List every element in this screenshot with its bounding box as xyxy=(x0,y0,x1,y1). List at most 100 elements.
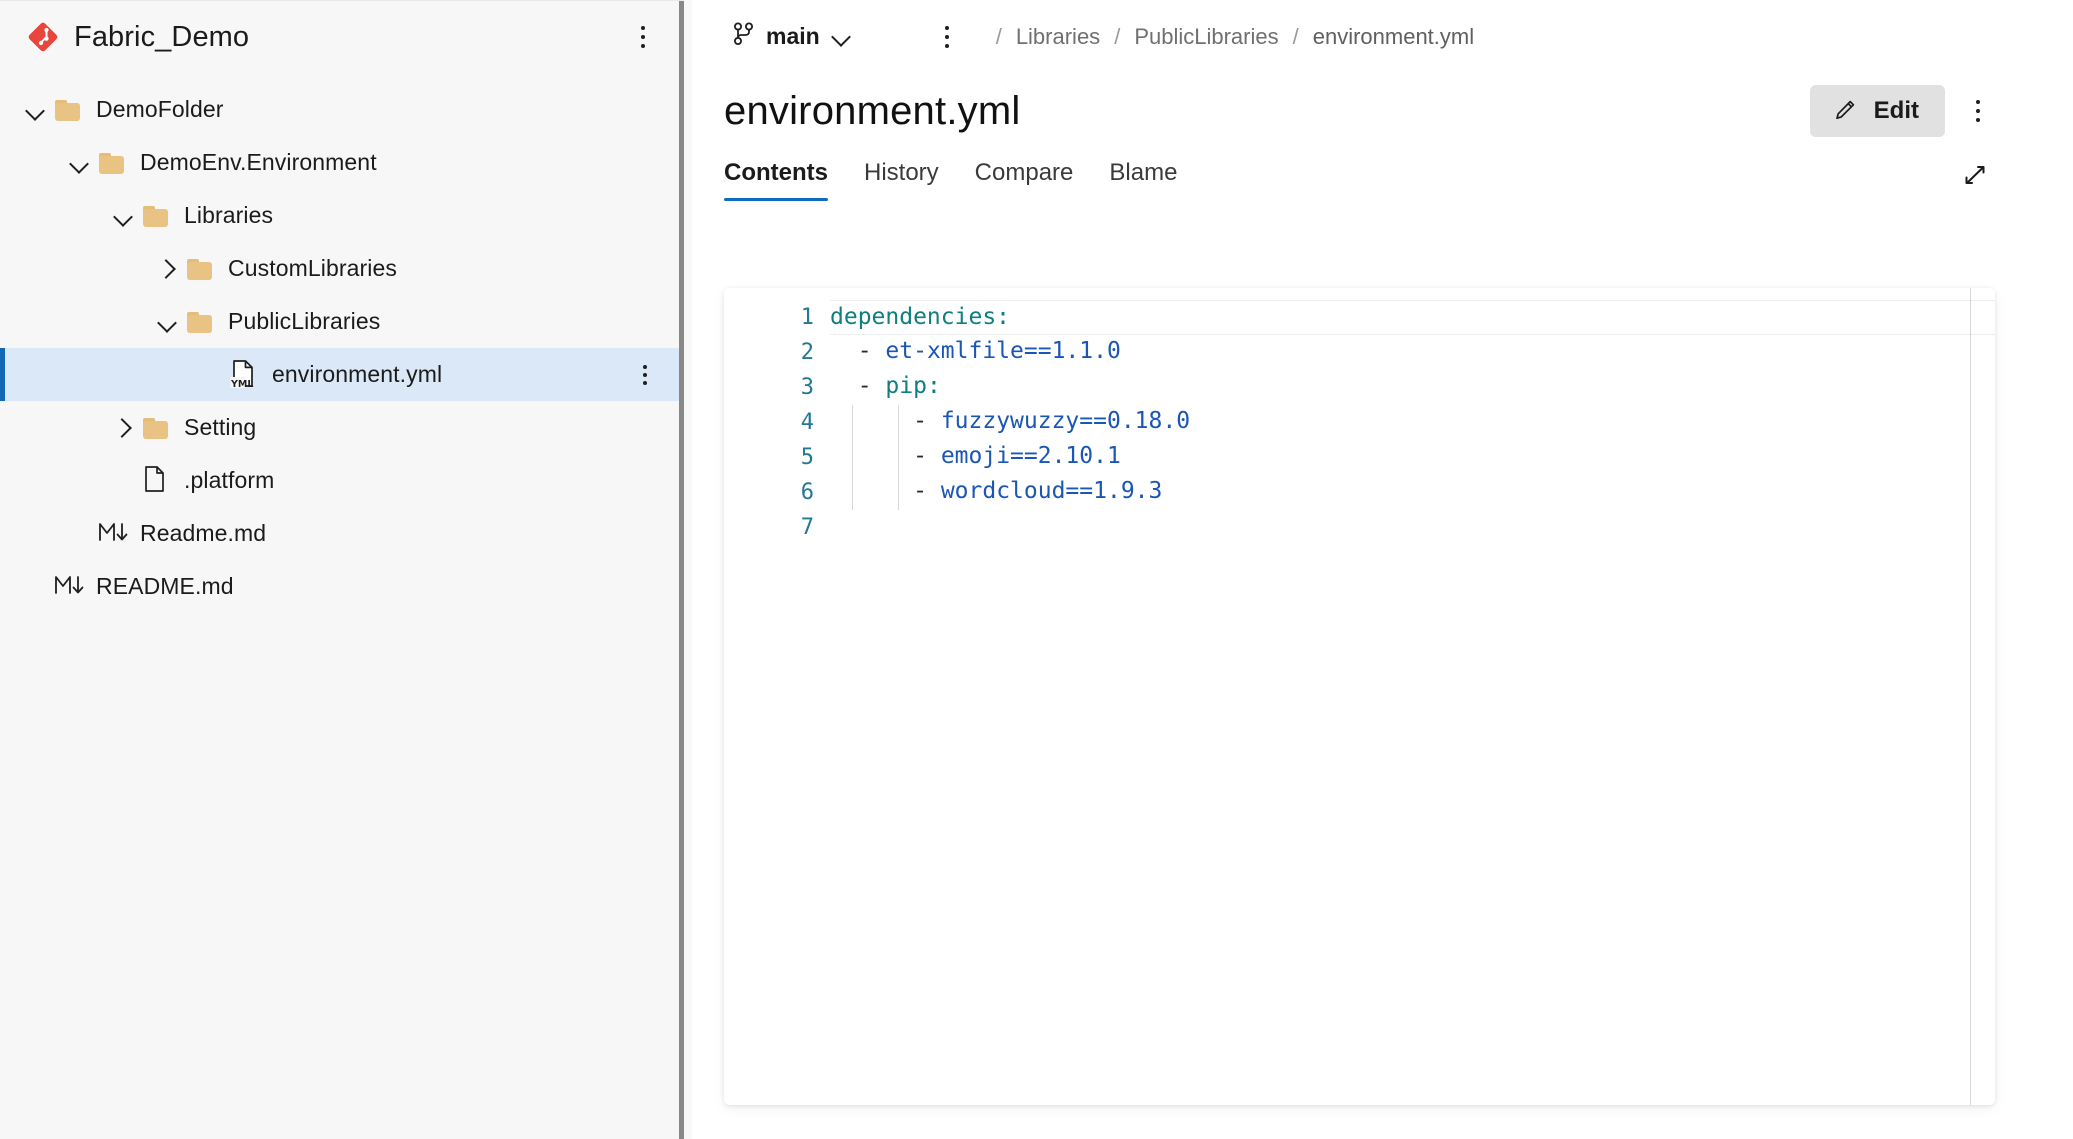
tree-item-environment-yml[interactable]: YML environment.yml xyxy=(0,348,684,401)
markdown-icon xyxy=(96,517,132,551)
breadcrumb-separator: / xyxy=(1292,23,1299,49)
main-panel: main / Libraries / PublicLibraries / environm… xyxy=(684,0,2073,1139)
code-token: wordcloud==1.9.3 xyxy=(940,478,1163,504)
code-line-text[interactable]: - fuzzywuzzy==0.18.0 xyxy=(830,405,1995,440)
expand-diagonal-icon[interactable] xyxy=(1955,155,1995,195)
toolbar-menu-button[interactable] xyxy=(930,20,964,54)
code-line-text[interactable]: - et-xmlfile==1.1.0 xyxy=(830,335,1995,370)
edit-button[interactable]: Edit xyxy=(1809,85,1945,137)
tree-item-menu-button[interactable] xyxy=(630,360,660,390)
breadcrumb: / Libraries / PublicLibraries / environment.y… xyxy=(982,24,1474,50)
file-actions: Edit xyxy=(1809,85,1995,137)
breadcrumb-item-publiclibraries[interactable]: PublicLibraries xyxy=(1134,24,1278,50)
kebab-dot xyxy=(641,44,645,48)
chevron-right-icon[interactable] xyxy=(150,252,184,286)
code-line-text[interactable]: dependencies: xyxy=(830,300,1995,335)
tree-item-customlibraries[interactable]: CustomLibraries xyxy=(0,242,684,295)
chevron-down-icon[interactable] xyxy=(106,199,140,233)
chevron-placeholder xyxy=(18,570,52,604)
breadcrumb-separator: / xyxy=(995,23,1002,49)
edit-button-label: Edit xyxy=(1873,97,1919,124)
repository-menu-button[interactable] xyxy=(626,20,660,54)
code-token: - xyxy=(857,373,872,399)
code-viewer[interactable]: 1 dependencies: 2 - et-xmlfile==1.1.0 3 - p… xyxy=(724,288,1995,1105)
tab-blame[interactable]: Blame xyxy=(1091,159,1195,201)
folder-icon xyxy=(184,252,220,286)
branch-name: main xyxy=(766,23,820,49)
code-token: - xyxy=(913,443,927,469)
kebab-dot xyxy=(641,35,645,39)
indent-guide xyxy=(898,440,899,475)
chevron-down-icon[interactable] xyxy=(18,93,52,127)
tree-item-demoenv-environment[interactable]: DemoEnv.Environment xyxy=(0,136,684,189)
breadcrumb-separator: / xyxy=(1114,23,1121,49)
code-line: 5 - emoji==2.10.1 xyxy=(724,440,1995,475)
folder-icon xyxy=(184,305,220,339)
chevron-down-icon[interactable] xyxy=(62,146,96,180)
tree-item-libraries[interactable]: Libraries xyxy=(0,189,684,242)
editor-scrollbar-rail[interactable] xyxy=(1970,288,1971,1105)
tree-item-readme-md[interactable]: README.md xyxy=(0,560,684,613)
line-number: 2 xyxy=(800,340,814,365)
repository-name: Fabric_Demo xyxy=(74,20,250,53)
code-line-text[interactable]: - wordcloud==1.9.3 xyxy=(830,475,1995,510)
tree-item-platform[interactable]: .platform xyxy=(0,454,684,507)
page-title: environment.yml xyxy=(724,88,1021,133)
kebab-dot xyxy=(1976,109,1980,113)
chevron-right-icon[interactable] xyxy=(106,411,140,445)
pencil-icon xyxy=(1832,97,1858,126)
tree-item-demofolder[interactable]: DemoFolder xyxy=(0,83,684,136)
chevron-placeholder xyxy=(106,464,140,498)
line-number: 3 xyxy=(800,375,814,400)
line-number: 1 xyxy=(800,305,814,330)
folder-icon xyxy=(140,411,176,445)
code-token: : xyxy=(926,373,941,399)
tree-item-label: PublicLibraries xyxy=(228,308,381,334)
code-line-text[interactable]: - pip: xyxy=(830,370,1995,405)
file-more-menu-button[interactable] xyxy=(1961,94,1995,128)
source-control-file-viewer: Fabric_Demo DemoFolder DemoEnv.Environmen… xyxy=(0,0,2073,1139)
tree-item-label: .platform xyxy=(184,467,275,493)
tree-item-setting[interactable]: Setting xyxy=(0,401,684,454)
repository-explorer-sidebar: Fabric_Demo DemoFolder DemoEnv.Environmen… xyxy=(0,0,684,1139)
code-line-text[interactable] xyxy=(830,510,1995,545)
code-token: - xyxy=(913,408,927,434)
code-token: et-xmlfile==1.1.0 xyxy=(885,338,1121,364)
tree-item-label: DemoFolder xyxy=(96,96,224,122)
kebab-dot xyxy=(1976,100,1980,104)
code-token: fuzzywuzzy==0.18.0 xyxy=(940,408,1191,434)
kebab-dot xyxy=(944,25,949,30)
line-number: 4 xyxy=(800,410,814,435)
markdown-icon xyxy=(52,570,88,604)
breadcrumb-item-libraries[interactable]: Libraries xyxy=(1016,24,1100,50)
tree-item-publiclibraries[interactable]: PublicLibraries xyxy=(0,295,684,348)
tab-contents[interactable]: Contents xyxy=(724,159,846,201)
file-content-panel: 1 dependencies: 2 - et-xmlfile==1.1.0 3 - p… xyxy=(724,288,1995,1105)
tab-history[interactable]: History xyxy=(846,159,957,201)
code-line: 2 - et-xmlfile==1.1.0 xyxy=(724,335,1995,370)
tree-item-label: Libraries xyxy=(184,202,274,228)
code-line-text[interactable]: - emoji==2.10.1 xyxy=(830,440,1995,475)
code-line: 6 - wordcloud==1.9.3 xyxy=(724,475,1995,510)
line-number: 5 xyxy=(800,445,814,470)
kebab-dot xyxy=(944,43,949,48)
kebab-dot xyxy=(641,26,645,30)
tree-item-label: CustomLibraries xyxy=(228,255,397,281)
tab-compare[interactable]: Compare xyxy=(957,159,1092,201)
tree-item-label: environment.yml xyxy=(272,361,443,387)
tree-item-label: README.md xyxy=(96,573,234,599)
kebab-dot xyxy=(643,380,647,385)
file-toolbar: main / Libraries / PublicLibraries / environm… xyxy=(692,0,2073,73)
kebab-dot xyxy=(944,34,949,39)
tree-item-readme-md[interactable]: Readme.md xyxy=(0,507,684,560)
breadcrumb-item-environment-yml[interactable]: environment.yml xyxy=(1313,24,1474,50)
code-token: emoji==2.10.1 xyxy=(940,443,1121,469)
chevron-down-icon[interactable] xyxy=(150,305,184,339)
branch-selector[interactable]: main xyxy=(724,17,860,56)
